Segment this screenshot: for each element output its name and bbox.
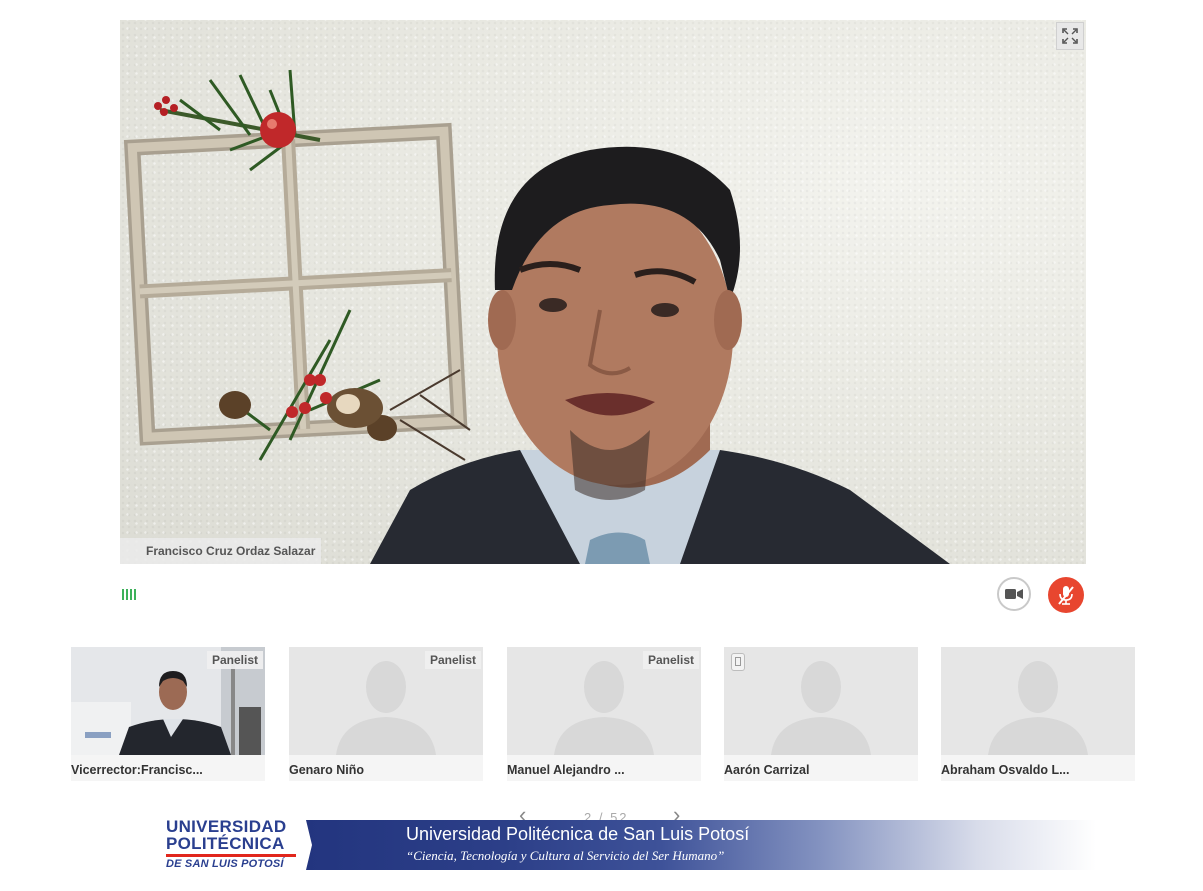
logo-line-1: UNIVERSIDAD bbox=[166, 817, 287, 836]
phone-icon bbox=[731, 653, 745, 671]
person-silhouette-icon bbox=[771, 661, 871, 755]
participant-name: Manuel Alejandro ... bbox=[507, 763, 625, 777]
main-video-feed[interactable]: Francisco Cruz Ordaz Salazar bbox=[120, 20, 1086, 564]
person-silhouette-icon bbox=[988, 661, 1088, 755]
participant-name: Aarón Carrizal bbox=[724, 763, 810, 777]
university-banner: Universidad Politécnica de San Luis Poto… bbox=[166, 814, 1096, 872]
participant-avatar-placeholder bbox=[941, 647, 1135, 755]
window-frame-decoration bbox=[123, 122, 468, 446]
microphone-muted-icon bbox=[1058, 586, 1074, 605]
participant-tile[interactable]: Panelist Genaro Niño bbox=[289, 647, 483, 781]
panelist-badge: Panelist bbox=[206, 651, 263, 669]
mute-toggle-button[interactable] bbox=[1048, 577, 1084, 613]
university-logo: UNIVERSIDAD POLITÉCNICA DE SAN LUIS POTO… bbox=[166, 818, 306, 872]
participant-tile[interactable]: Aarón Carrizal bbox=[724, 647, 918, 781]
panelist-badge: Panelist bbox=[424, 651, 481, 669]
speaker-name-label: Francisco Cruz Ordaz Salazar bbox=[120, 538, 322, 564]
participant-tile[interactable]: Abraham Osvaldo L... bbox=[941, 647, 1135, 781]
participant-name: Genaro Niño bbox=[289, 763, 365, 777]
banner-motto: “Ciencia, Tecnología y Cultura al Servic… bbox=[406, 848, 725, 863]
logo-line-3: DE SAN LUIS POTOSÍ bbox=[166, 858, 284, 870]
video-camera-icon bbox=[1005, 589, 1023, 599]
logo-line-2: POLITÉCNICA bbox=[166, 834, 285, 853]
banner-gradient: Universidad Politécnica de San Luis Poto… bbox=[306, 820, 1096, 870]
panelist-badge: Panelist bbox=[642, 651, 699, 669]
camera-toggle-button[interactable] bbox=[997, 577, 1031, 611]
speaker-video-frame bbox=[123, 69, 950, 564]
signal-strength-icon bbox=[122, 588, 136, 600]
participant-avatar-placeholder bbox=[724, 647, 918, 755]
participant-tile[interactable]: Panelist Manuel Alejandro ... bbox=[507, 647, 701, 781]
participant-name: Abraham Osvaldo L... bbox=[941, 763, 1070, 777]
fullscreen-button[interactable] bbox=[1056, 22, 1084, 50]
logo-divider bbox=[166, 854, 296, 857]
participant-tile[interactable]: Panelist Vicerrector:Francisc... bbox=[71, 647, 265, 781]
participant-name: Vicerrector:Francisc... bbox=[71, 763, 203, 777]
banner-title: Universidad Politécnica de San Luis Poto… bbox=[406, 824, 750, 844]
expand-icon bbox=[1062, 28, 1078, 44]
